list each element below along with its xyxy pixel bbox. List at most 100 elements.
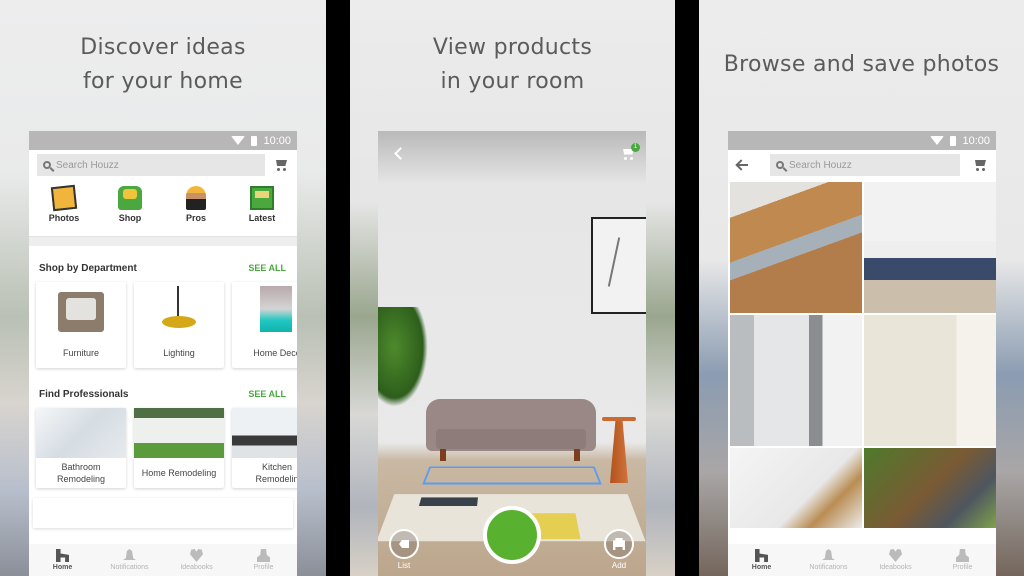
search-input[interactable]: Search Houzz	[770, 154, 960, 176]
department-card-home-decor[interactable]: Home Deco	[232, 282, 297, 368]
professionals-carousel: Bathroom Remodeling Home Remodeling Kitc…	[29, 406, 297, 488]
nav-label: Ideabooks	[180, 564, 213, 571]
next-section-card	[33, 498, 293, 528]
search-row: Search Houzz	[728, 150, 996, 180]
card-label-line: Home Remodeling	[141, 468, 217, 478]
caption-line-1: View products	[432, 35, 593, 60]
department-carousel: Furniture Lighting Home Deco	[29, 280, 297, 368]
nav-label: Home	[52, 564, 73, 571]
professional-card-home-remodeling[interactable]: Home Remodeling	[134, 408, 224, 488]
photo-grid	[728, 180, 996, 528]
nav-home[interactable]: Home	[33, 549, 93, 571]
placed-sofa[interactable]	[426, 399, 596, 451]
caption-line-1: Browse and save photos	[723, 52, 1000, 77]
promo-panel-discover: Discover ideas for your home 10:00 Searc…	[0, 0, 326, 576]
promo-caption: Discover ideas for your home	[0, 31, 326, 99]
status-time: 10:00	[962, 134, 990, 147]
category-row: Photos Shop Pros Latest	[29, 180, 297, 236]
bottom-nav: Home Notifications Ideabooks Profile	[29, 544, 297, 576]
nav-label: Ideabooks	[879, 564, 912, 571]
professional-card-bathroom[interactable]: Bathroom Remodeling	[36, 408, 126, 488]
caption-line-2: for your home	[83, 69, 243, 94]
shop-icon	[118, 186, 142, 210]
category-photos[interactable]: Photos	[36, 184, 92, 236]
category-shop[interactable]: Shop	[102, 186, 158, 236]
add-button-circle	[604, 529, 634, 559]
photos-icon	[50, 184, 78, 212]
status-time: 10:00	[263, 134, 291, 147]
ar-topbar: 1	[378, 131, 646, 176]
section-divider	[29, 236, 297, 246]
add-label: Add	[611, 561, 627, 570]
department-card-lighting[interactable]: Lighting	[134, 282, 224, 368]
nav-profile[interactable]: Profile	[933, 549, 993, 571]
search-placeholder: Search Houzz	[789, 159, 852, 171]
panel-divider	[326, 0, 350, 576]
category-label: Photos	[48, 213, 80, 223]
sofa-leg	[440, 449, 446, 461]
nav-label: Notifications	[110, 564, 149, 571]
nav-profile[interactable]: Profile	[234, 549, 294, 571]
search-icon	[776, 161, 784, 169]
panel-divider	[675, 0, 699, 576]
furniture-image	[36, 282, 126, 338]
wifi-icon	[231, 136, 246, 145]
phone-screen-ar-view: 1 List Add	[378, 131, 646, 576]
nav-notifications[interactable]: Notifications	[799, 549, 859, 571]
list-button[interactable]: List	[389, 529, 419, 570]
nav-label: Profile	[253, 564, 274, 571]
add-button[interactable]: Add	[604, 529, 634, 570]
nav-label: Home	[751, 564, 772, 571]
nav-notifications[interactable]: Notifications	[100, 549, 160, 571]
professional-card-kitchen[interactable]: Kitchen Remodelin	[232, 408, 297, 488]
bathroom-image	[36, 408, 126, 458]
nav-label: Notifications	[809, 564, 848, 571]
capture-button[interactable]	[483, 506, 541, 564]
promo-caption: Browse and save photos	[699, 48, 1024, 82]
photo-tile[interactable]	[730, 315, 862, 446]
nav-home[interactable]: Home	[732, 549, 792, 571]
heart-icon	[889, 549, 902, 562]
side-table	[610, 421, 628, 483]
category-label: Shop	[118, 213, 142, 223]
promo-panel-browse-photos: Browse and save photos 10:00 Search Houz…	[699, 0, 1024, 576]
find-professionals-header: Find Professionals SEE ALL	[29, 382, 297, 406]
home-decor-image	[232, 282, 297, 338]
card-label: Lighting	[163, 348, 195, 358]
department-card-furniture[interactable]: Furniture	[36, 282, 126, 368]
nav-ideabooks[interactable]: Ideabooks	[167, 549, 227, 571]
card-label: Kitchen Remodelin	[232, 458, 297, 488]
cart-icon[interactable]	[273, 158, 289, 172]
search-placeholder: Search Houzz	[56, 159, 119, 171]
sofa-leg	[574, 449, 580, 461]
back-icon[interactable]	[394, 147, 407, 160]
card-label-line: Bathroom	[61, 462, 101, 472]
search-row: Search Houzz	[29, 150, 297, 180]
cart-icon[interactable]	[972, 158, 988, 172]
profile-icon	[257, 549, 270, 562]
list-button-circle	[389, 529, 419, 559]
photo-tile[interactable]	[864, 182, 996, 313]
caption-line-1: Discover ideas	[80, 35, 246, 60]
battery-icon	[950, 135, 957, 146]
chair-icon	[613, 538, 625, 550]
back-arrow-icon[interactable]	[736, 160, 748, 170]
category-label: Pros	[185, 213, 206, 223]
see-all-link[interactable]: SEE ALL	[248, 389, 286, 399]
promo-caption: View products in your room	[350, 31, 675, 99]
cart-button[interactable]: 1	[620, 142, 640, 161]
category-latest[interactable]: Latest	[234, 186, 290, 236]
tag-icon	[399, 540, 409, 548]
photo-tile[interactable]	[864, 448, 996, 528]
see-all-link[interactable]: SEE ALL	[248, 263, 286, 273]
latest-icon	[250, 186, 274, 210]
bottom-nav: Home Notifications Ideabooks Profile	[728, 544, 996, 576]
photo-tile[interactable]	[730, 182, 862, 313]
photo-tile[interactable]	[730, 448, 862, 528]
card-label-line: Kitchen	[261, 462, 293, 472]
nav-ideabooks[interactable]: Ideabooks	[866, 549, 926, 571]
status-bar: 10:00	[29, 131, 297, 150]
search-input[interactable]: Search Houzz	[37, 154, 265, 176]
photo-tile[interactable]	[864, 315, 996, 446]
category-pros[interactable]: Pros	[168, 186, 224, 236]
